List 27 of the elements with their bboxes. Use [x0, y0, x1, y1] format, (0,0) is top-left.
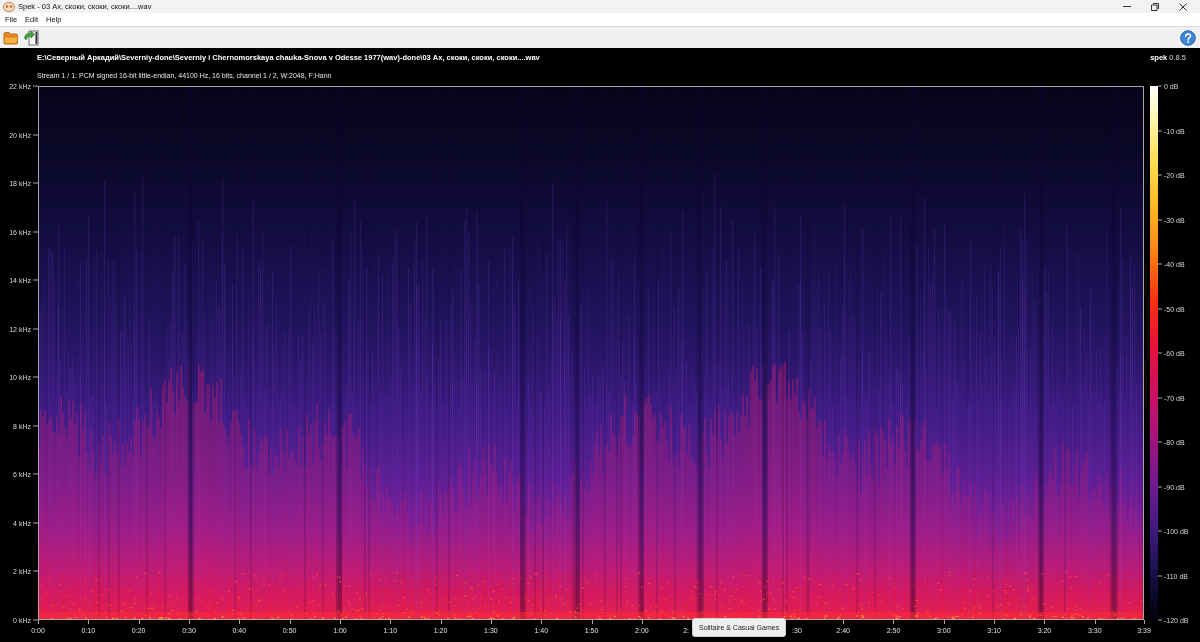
- tick-mark: [1044, 620, 1046, 624]
- tick-mark: [943, 620, 945, 624]
- tick-mark: [843, 620, 845, 624]
- tick-mark: [188, 620, 190, 624]
- tick-mark: [88, 620, 90, 624]
- tick-mark: [641, 620, 643, 624]
- save-button[interactable]: [22, 28, 40, 47]
- app-icon: [3, 1, 15, 12]
- tick-mark: [893, 620, 895, 624]
- tick-mark: [541, 620, 543, 624]
- restore-icon: [1151, 2, 1159, 11]
- tick-mark: [138, 620, 140, 624]
- tick-mark: [994, 620, 996, 624]
- tick-mark: [239, 620, 241, 624]
- tick-mark: [289, 620, 291, 624]
- tick-mark: [390, 620, 392, 624]
- tick-mark: [1094, 620, 1096, 624]
- folder-icon: [3, 30, 19, 45]
- tick-mark: [339, 620, 341, 624]
- tick-mark: [591, 620, 593, 624]
- close-icon: [1179, 2, 1187, 11]
- tick-mark: [1144, 620, 1145, 624]
- tick-mark: [440, 620, 442, 624]
- help-icon: [1180, 29, 1196, 46]
- help-button[interactable]: [1179, 28, 1197, 47]
- minimize-icon: [1123, 6, 1131, 7]
- tick-mark: [490, 620, 492, 624]
